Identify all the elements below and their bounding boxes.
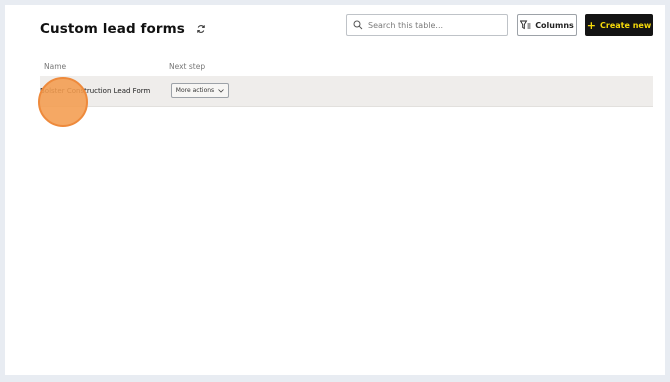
table-row[interactable]: Bolster Construction Lead Form More acti… (40, 76, 653, 107)
create-new-button[interactable]: + Create new (585, 14, 653, 36)
columns-label: Columns (535, 20, 574, 30)
chevron-down-icon (218, 88, 224, 93)
create-new-label: Create new (600, 20, 652, 30)
click-indicator (38, 77, 88, 127)
column-header-name: Name (44, 62, 67, 71)
columns-button[interactable]: Columns (517, 14, 577, 36)
columns-filter-icon (520, 20, 531, 30)
search-input[interactable] (368, 20, 498, 30)
more-actions-label: More actions (175, 87, 215, 94)
search-icon (353, 20, 363, 30)
refresh-icon[interactable] (195, 23, 207, 35)
title-row: Custom lead forms (40, 17, 207, 41)
more-actions-button[interactable]: More actions (171, 83, 229, 98)
page-title: Custom lead forms (40, 21, 185, 37)
app-frame: Custom lead forms Search this table... C… (5, 5, 665, 375)
plus-icon: + (586, 18, 597, 32)
search-box[interactable] (346, 14, 508, 36)
column-header-next-step: Next step (169, 62, 206, 71)
